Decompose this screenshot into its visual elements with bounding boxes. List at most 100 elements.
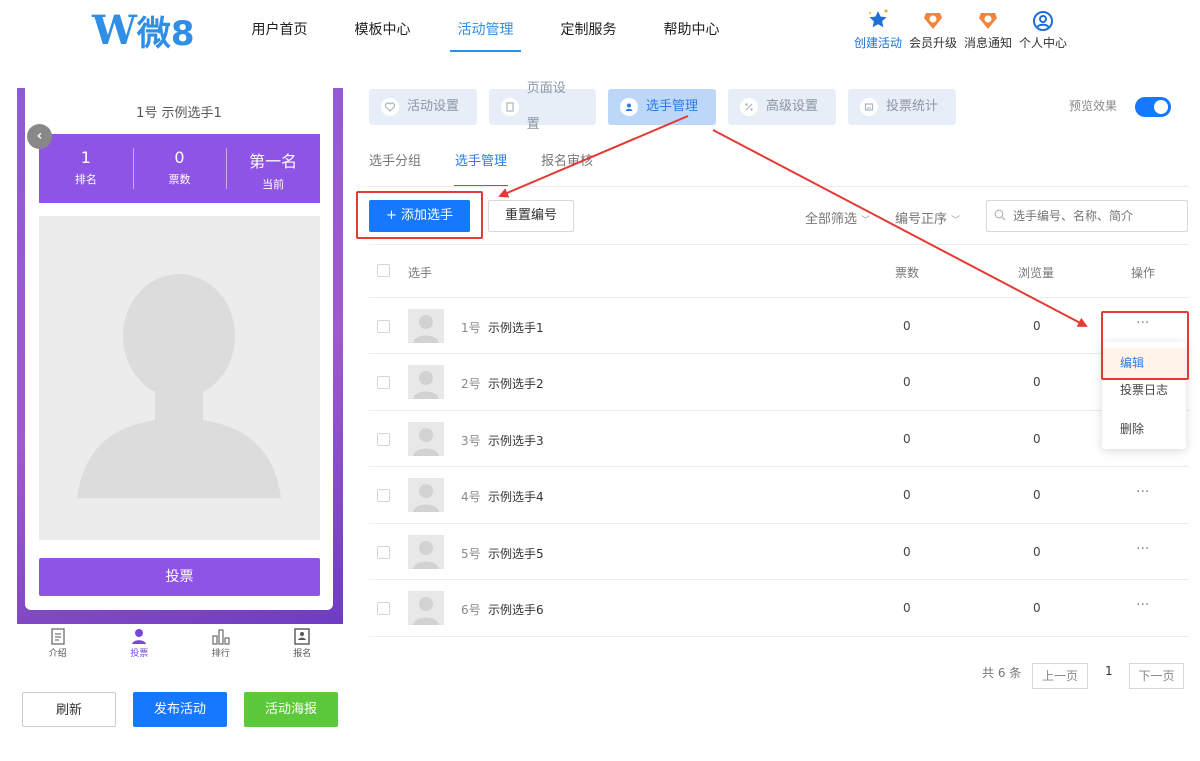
subtab-player-groups[interactable]: 选手分组 [369,150,421,186]
table-row: 4号 示例选手4 0 0 ··· [369,466,1189,522]
stat-value: 第一名 [249,152,298,171]
vip-upgrade-label: 会员升级 [908,36,957,50]
stat-label: 排名 [74,173,97,186]
sub-tabs: 选手分组 选手管理 报名审核 [369,150,627,187]
player-name: 示例选手1 [488,321,544,335]
player-photo-placeholder [39,216,320,540]
nav-activity-management[interactable]: 活动管理 [434,0,537,60]
nav-template-center[interactable]: 模板中心 [331,0,434,60]
bell-shield-icon [962,8,1014,32]
search-input[interactable] [986,200,1188,232]
player-votes: 0 [903,545,911,559]
menu-item-vote-log[interactable]: 投票日志 [1120,381,1168,398]
divider [369,636,1189,637]
tab-label: 活动设置 [407,99,460,114]
back-arrow-icon[interactable]: ‹ [27,124,52,149]
phone-tab-vote[interactable]: 投票 [99,624,181,666]
player-views: 0 [1033,432,1041,446]
player-name: 示例选手3 [488,434,544,448]
header-actions: 操作 [1131,266,1156,280]
next-page-button[interactable]: 下一页 [1129,663,1184,689]
filter-all-label: 全部筛选 [805,212,858,227]
row-checkbox[interactable] [377,376,390,389]
tab-advanced-settings[interactable]: 高级设置 [728,89,836,125]
phone-tab-bar: 介绍 投票 排行 报名 [17,624,343,666]
menu-item-delete[interactable]: 删除 [1120,420,1144,437]
player-votes: 0 [903,375,911,389]
phone-tab-ranking[interactable]: 排行 [180,624,262,666]
phone-screen: 1号 示例选手1 1 排名 0 票数 第一名 当前 投票 [25,88,333,610]
divider [369,186,1189,187]
header-views: 浏览量 [1018,266,1055,280]
more-actions-button[interactable]: ··· [1136,484,1149,500]
avatar [408,591,444,625]
tab-player-management[interactable]: 选手管理 [608,89,716,125]
avatar [408,478,444,512]
player-views: 0 [1033,488,1041,502]
tab-activity-settings[interactable]: 活动设置 [369,89,477,125]
page-icon [501,98,519,116]
vip-upgrade-button[interactable]: 会员升级 [907,8,959,51]
player-votes: 0 [903,488,911,502]
preview-toggle[interactable] [1135,97,1171,117]
stat-current: 第一名 当前 [226,134,320,203]
highlight-box-edit [1101,311,1189,380]
more-actions-button[interactable]: ··· [1136,597,1149,613]
subtab-signup-review[interactable]: 报名审核 [541,150,593,186]
prev-page-button[interactable]: 上一页 [1032,663,1088,689]
player-views: 0 [1033,319,1041,333]
top-bar: W 微8 用户首页 模板中心 活动管理 定制服务 帮助中心 创建活动 会员升级 … [0,0,1200,70]
tab-page-settings[interactable]: 页面设置 [489,81,596,132]
personal-center-button[interactable]: 个人中心 [1017,8,1069,51]
row-checkbox[interactable] [377,546,390,559]
settings-tabs: 活动设置 页面设置 选手管理 高级设置 投票统计 [369,81,968,132]
tab-label: 高级设置 [766,99,819,114]
tab-vote-statistics[interactable]: 投票统计 [848,89,956,125]
player-number: 1号 [461,321,481,335]
preview-player-title: 1号 示例选手1 [136,106,222,121]
header-actions: 创建活动 会员升级 消息通知 个人中心 [852,8,1070,51]
nav-custom-service[interactable]: 定制服务 [537,0,640,60]
notifications-button[interactable]: 消息通知 [962,8,1014,51]
row-checkbox[interactable] [377,602,390,615]
logo[interactable]: W 微8 [92,7,195,54]
more-actions-button[interactable]: ··· [1136,541,1149,557]
subtab-player-management[interactable]: 选手管理 [454,150,509,187]
avatar [408,309,444,343]
table-header: 选手 票数 浏览量 操作 [369,256,1189,286]
stat-value: 0 [174,148,185,167]
nav-user-home[interactable]: 用户首页 [228,0,331,60]
current-page[interactable]: 1 [1105,664,1113,678]
activity-poster-button[interactable]: 活动海报 [244,692,338,727]
create-activity-button[interactable]: 创建活动 [852,8,904,51]
avatar [408,535,444,569]
stat-rank: 1 排名 [39,134,133,203]
phone-tab-label: 排行 [211,649,230,659]
nav-help-center[interactable]: 帮助中心 [640,0,743,60]
row-checkbox[interactable] [377,433,390,446]
filter-all-dropdown[interactable]: 全部筛选 ﹀ [805,208,870,227]
player-name: 示例选手5 [488,547,544,561]
sort-dropdown[interactable]: 编号正序 ﹀ [895,208,960,227]
avatar-silhouette-icon [77,274,281,498]
select-all-checkbox[interactable] [377,264,390,277]
vote-button[interactable]: 投票 [39,558,320,596]
signup-icon [262,628,344,646]
player-stats: 1 排名 0 票数 第一名 当前 [39,134,320,203]
stat-value: 1 [80,148,91,167]
row-checkbox[interactable] [377,489,390,502]
refresh-button[interactable]: 刷新 [22,692,116,727]
stat-votes: 0 票数 [132,134,227,203]
row-checkbox[interactable] [377,320,390,333]
phone-tab-label: 报名 [293,649,312,659]
player-votes: 0 [903,432,911,446]
phone-tab-signup[interactable]: 报名 [262,624,344,666]
percent-icon [740,98,758,116]
table-row: 1号 示例选手1 0 0 ··· [369,297,1189,353]
table-row: 5号 示例选手5 0 0 ··· [369,523,1189,579]
doc-icon [17,628,99,646]
phone-tab-intro[interactable]: 介绍 [17,624,99,666]
reset-numbers-button[interactable]: 重置编号 [488,200,574,232]
phone-tab-label: 投票 [130,649,149,659]
publish-activity-button[interactable]: 发布活动 [133,692,227,727]
